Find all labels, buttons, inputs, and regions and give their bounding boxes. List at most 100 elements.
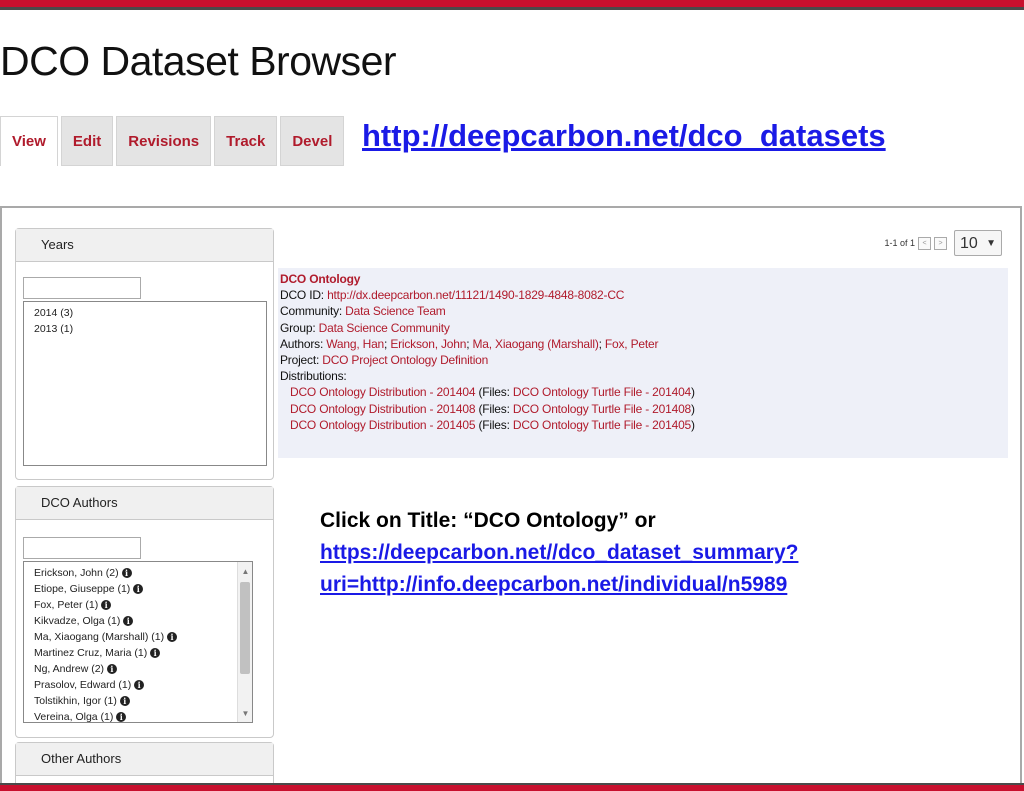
summary-url-link-continued[interactable]: uri=http://info.deepcarbon.net/individua… (320, 573, 787, 596)
list-item[interactable]: Fox, Peter (1) i (34, 597, 252, 613)
info-circle-icon[interactable]: i (167, 632, 178, 643)
distributions-label: Distributions: (280, 369, 347, 384)
distribution-link[interactable]: DCO Ontology Distribution - 201405 (290, 418, 475, 432)
list-item[interactable]: Ng, Andrew (2) i (34, 661, 252, 677)
authors-scrollbar[interactable]: ▲ ▼ (237, 562, 252, 722)
list-item-label: Etiope, Giuseppe (1) (34, 583, 131, 595)
list-item-label: Ma, Xiaogang (Marshall) (1) (34, 631, 165, 643)
file-link[interactable]: DCO Ontology Turtle File - 201408 (513, 402, 691, 416)
community-link[interactable]: Data Science Team (345, 304, 446, 318)
tab-devel[interactable]: Devel (280, 116, 345, 166)
list-item[interactable]: Ma, Xiaogang (Marshall) (1) i (34, 629, 252, 645)
list-item[interactable]: 2013 (1) (34, 321, 266, 337)
tab-edit[interactable]: Edit (60, 116, 114, 166)
facet-other-authors: Other Authors (15, 742, 274, 786)
list-item-label: Erickson, John (2) (34, 567, 119, 579)
community-label: Community: (280, 304, 343, 319)
info-circle-icon[interactable]: i (150, 648, 161, 659)
authors-filter-input[interactable] (23, 537, 141, 559)
pager-prev-button[interactable]: < (918, 236, 931, 250)
scroll-thumb[interactable] (240, 582, 250, 674)
list-item[interactable]: Erickson, John (2) i (34, 565, 252, 581)
dataset-title-link[interactable]: DCO Ontology (280, 272, 360, 286)
author-separator: ; (598, 336, 602, 351)
facet-years-header: Years (16, 229, 273, 262)
project-link[interactable]: DCO Project Ontology Definition (322, 353, 488, 367)
list-item-label: Martinez Cruz, Maria (1) (34, 647, 148, 659)
files-open: (Files: (478, 417, 510, 432)
list-item-label: Kikvadze, Olga (1) (34, 615, 121, 627)
author-link[interactable]: Ma, Xiaogang (Marshall) (473, 337, 599, 351)
author-link[interactable]: Fox, Peter (605, 337, 659, 351)
chevron-down-icon: ▼ (986, 238, 996, 249)
list-item[interactable]: Prasolov, Edward (1) i (34, 677, 252, 693)
pager: 1-1 of 1 < > 10 ▼ (884, 230, 1002, 256)
browser-frame: Years 2014 (3) 2013 (1) DCO Authors Eric… (0, 206, 1022, 786)
info-circle-icon[interactable]: i (119, 696, 130, 707)
tab-view[interactable]: View (0, 116, 58, 166)
top-brand-bar (0, 0, 1024, 10)
info-circle-icon[interactable]: i (116, 712, 127, 722)
list-item[interactable]: Etiope, Giuseppe (1) i (34, 581, 252, 597)
pager-range: 1-1 of 1 (884, 238, 915, 248)
facet-other-authors-header: Other Authors (16, 743, 273, 776)
author-separator: ; (466, 336, 470, 351)
group-label: Group: (280, 320, 316, 335)
page-title: DCO Dataset Browser (0, 38, 397, 84)
file-link[interactable]: DCO Ontology Turtle File - 201404 (513, 385, 691, 399)
list-item[interactable]: 2014 (3) (34, 305, 266, 321)
list-item-label: Prasolov, Edward (1) (34, 679, 132, 691)
annotation-line: Click on Title: “DCO Ontology” or (320, 509, 656, 532)
file-link[interactable]: DCO Ontology Turtle File - 201405 (513, 418, 691, 432)
per-page-value: 10 (960, 235, 978, 252)
info-circle-icon[interactable]: i (123, 616, 134, 627)
list-item[interactable]: Martinez Cruz, Maria (1) i (34, 645, 252, 661)
info-circle-icon[interactable]: i (121, 568, 132, 579)
dataset-result: DCO Ontology DCO ID: http://dx.deepcarbo… (278, 268, 1008, 458)
dco-id-link[interactable]: http://dx.deepcarbon.net/11121/1490-1829… (327, 288, 624, 302)
bottom-brand-bar (0, 783, 1024, 791)
distribution-link[interactable]: DCO Ontology Distribution - 201408 (290, 402, 475, 416)
info-circle-icon[interactable]: i (134, 680, 145, 691)
info-circle-icon[interactable]: i (101, 600, 112, 611)
files-open: (Files: (478, 385, 510, 400)
distribution-row: DCO Ontology Distribution - 201404 (File… (280, 384, 1008, 400)
info-circle-icon[interactable]: i (133, 584, 144, 595)
list-item[interactable]: Vereina, Olga (1) i (34, 709, 252, 723)
info-circle-icon[interactable]: i (106, 664, 117, 675)
distribution-row: DCO Ontology Distribution - 201408 (File… (280, 401, 1008, 417)
files-close: ) (691, 401, 695, 416)
per-page-select[interactable]: 10 ▼ (954, 230, 1002, 256)
list-item-label: Fox, Peter (1) (34, 599, 99, 611)
tab-revisions[interactable]: Revisions (116, 116, 212, 166)
distribution-row: DCO Ontology Distribution - 201405 (File… (280, 417, 1008, 433)
summary-url-link[interactable]: https://deepcarbon.net//dco_dataset_summ… (320, 541, 798, 564)
datasets-url-link[interactable]: http://deepcarbon.net/dco_datasets (362, 118, 886, 154)
list-item[interactable]: Tolstikhin, Igor (1) i (34, 693, 252, 709)
facet-dco-authors-header: DCO Authors (16, 487, 273, 520)
authors-label: Authors: (280, 336, 324, 351)
years-filter-input[interactable] (23, 277, 141, 299)
tab-bar: View Edit Revisions Track Devel (0, 116, 345, 166)
list-item-label: Vereina, Olga (1) (34, 711, 114, 723)
tab-track[interactable]: Track (214, 116, 278, 166)
dco-id-label: DCO ID: (280, 288, 324, 303)
group-link[interactable]: Data Science Community (319, 321, 450, 335)
annotation-text: Click on Title: “DCO Ontology” or https:… (320, 505, 798, 601)
author-link[interactable]: Wang, Han (326, 337, 384, 351)
files-open: (Files: (478, 401, 510, 416)
facet-dco-authors: DCO Authors Erickson, John (2) i Etiope,… (15, 486, 274, 738)
distribution-link[interactable]: DCO Ontology Distribution - 201404 (290, 385, 475, 399)
files-close: ) (691, 417, 695, 432)
authors-list[interactable]: Erickson, John (2) i Etiope, Giuseppe (1… (23, 561, 253, 723)
facet-years: Years 2014 (3) 2013 (1) (15, 228, 274, 480)
list-item-label: Tolstikhin, Igor (1) (34, 695, 117, 707)
scroll-down-arrow-icon[interactable]: ▼ (238, 706, 252, 720)
years-list[interactable]: 2014 (3) 2013 (1) (23, 301, 267, 466)
pager-next-button[interactable]: > (934, 236, 947, 250)
list-item[interactable]: Kikvadze, Olga (1) i (34, 613, 252, 629)
scroll-up-arrow-icon[interactable]: ▲ (238, 564, 252, 578)
author-link[interactable]: Erickson, John (390, 337, 466, 351)
project-label: Project: (280, 353, 320, 368)
list-item-label: Ng, Andrew (2) (34, 663, 105, 675)
